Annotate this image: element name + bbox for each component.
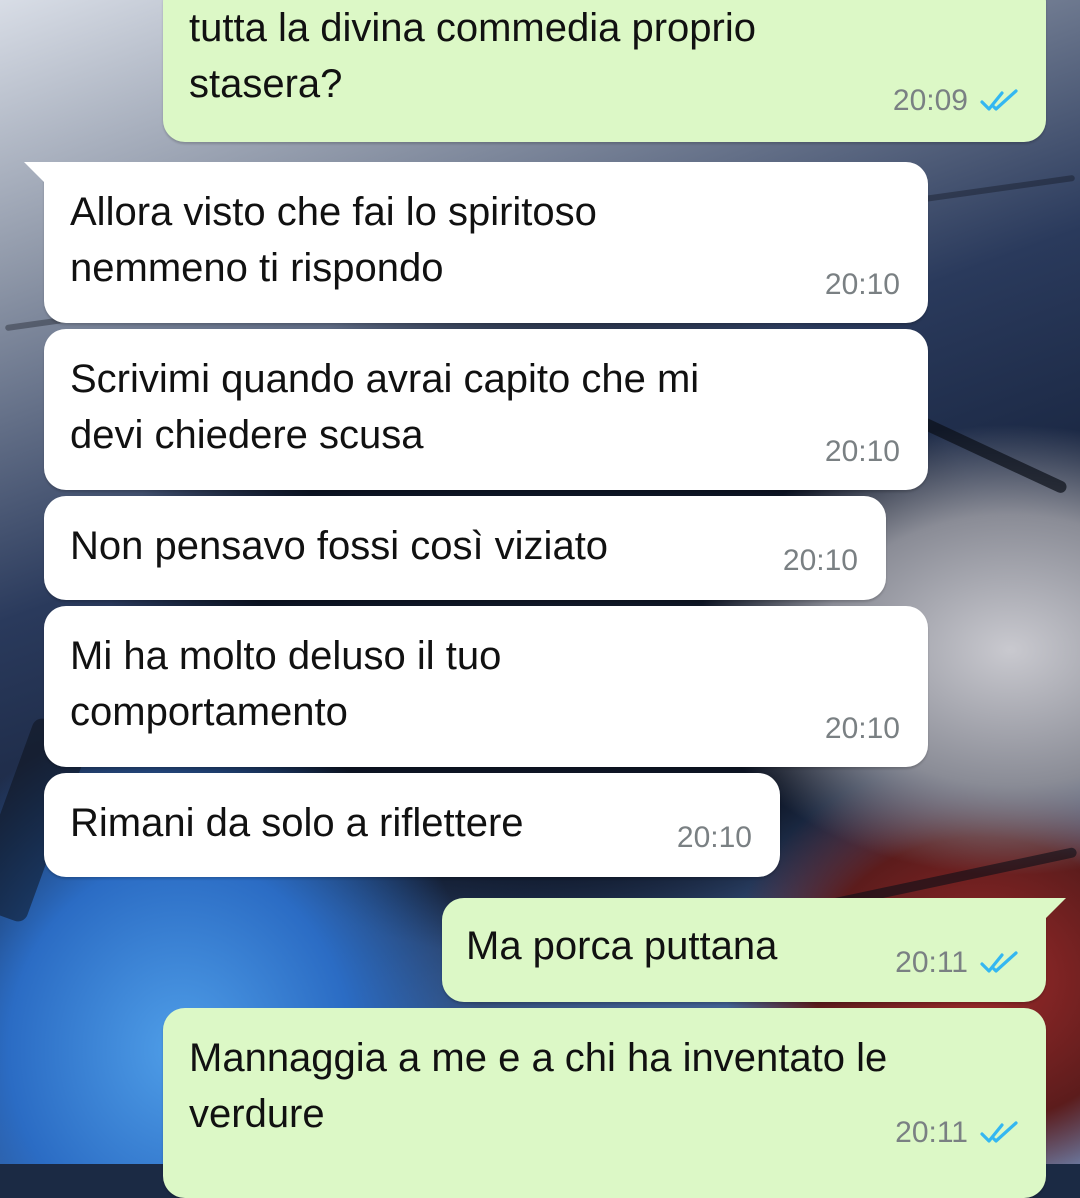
message-bubble-incoming[interactable]: Non pensavo fossi così viziato 20:10 — [44, 496, 886, 600]
message-text: Scrivimi quando avrai capito che mi devi… — [70, 357, 700, 457]
message-bubble-incoming[interactable]: Rimani da solo a riflettere 20:10 — [44, 773, 780, 877]
message-text: Mannaggia a me e a chi ha inventato le v… — [189, 1036, 888, 1136]
message-time: 20:10 — [782, 544, 858, 577]
message-text: Non pensavo fossi così viziato — [70, 524, 609, 568]
message-text: Rimani da solo a riflettere — [70, 801, 524, 845]
message-bubble-incoming[interactable]: Allora visto che fai lo spiritoso nemmen… — [24, 162, 928, 323]
message-text: Allora visto che fai lo spiritoso nemmen… — [70, 190, 597, 290]
message-time: 20:11 — [895, 1116, 968, 1149]
message-bubble-outgoing[interactable]: tutta la divina commedia proprio stasera… — [163, 0, 1046, 142]
double-check-read-icon — [980, 89, 1018, 111]
message-text: tutta la divina commedia proprio stasera… — [189, 6, 756, 106]
message-time: 20:10 — [824, 712, 900, 745]
message-time: 20:10 — [824, 435, 900, 468]
message-text: Ma porca puttana — [466, 924, 778, 968]
message-time: 20:10 — [676, 821, 752, 854]
message-time: 20:11 — [895, 946, 968, 979]
double-check-read-icon — [980, 1121, 1018, 1143]
conversation: tutta la divina commedia proprio stasera… — [0, 0, 1080, 1198]
message-bubble-outgoing[interactable]: Mannaggia a me e a chi ha inventato le v… — [163, 1008, 1046, 1198]
message-time: 20:09 — [892, 84, 968, 117]
message-bubble-incoming[interactable]: Mi ha molto deluso il tuo comportamento … — [44, 606, 928, 767]
message-bubble-incoming[interactable]: Scrivimi quando avrai capito che mi devi… — [44, 329, 928, 490]
message-bubble-outgoing[interactable]: Ma porca puttana 20:11 — [442, 898, 1066, 1002]
message-time: 20:10 — [824, 268, 900, 301]
double-check-read-icon — [980, 951, 1018, 973]
message-text: Mi ha molto deluso il tuo comportamento — [70, 634, 502, 734]
